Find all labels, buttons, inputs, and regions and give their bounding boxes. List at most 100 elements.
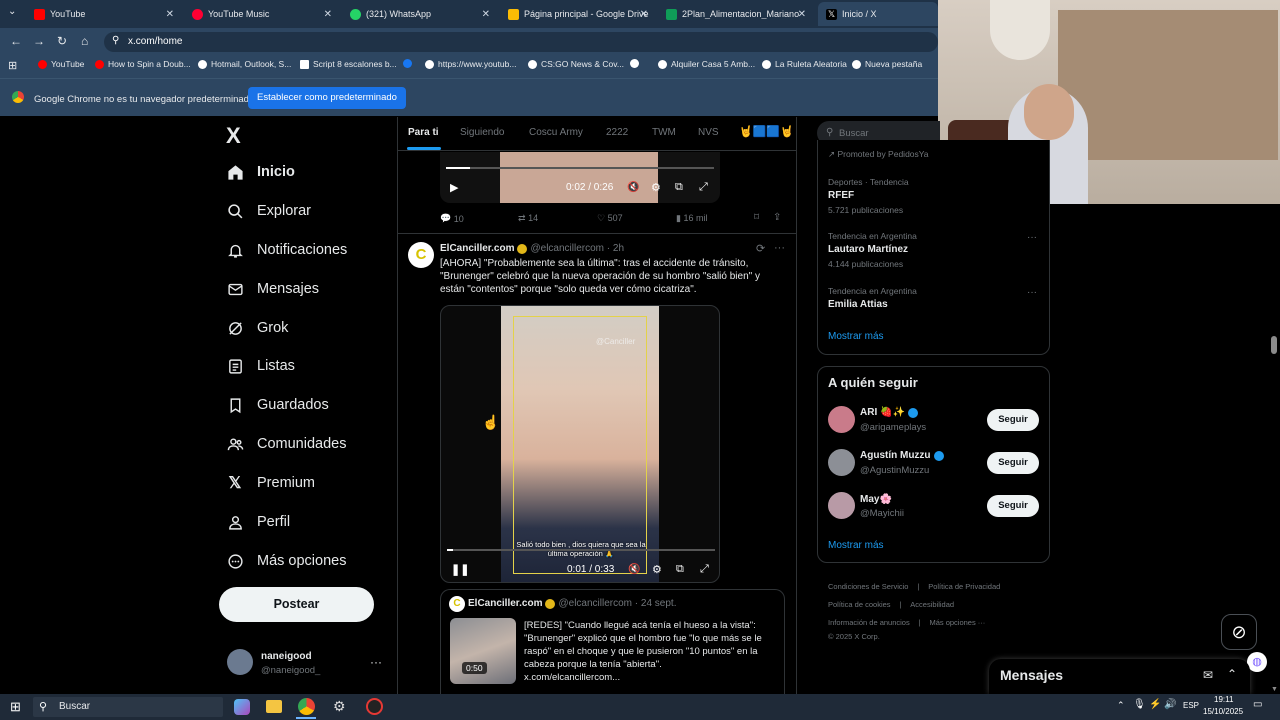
set-default-button[interactable]: Establecer como predeterminado xyxy=(248,87,406,109)
site-info-icon[interactable]: ⚲ xyxy=(112,35,119,46)
footer-link[interactable]: Política de Privacidad xyxy=(928,582,1000,591)
tab-youtube-music[interactable]: YouTube Music ✕ xyxy=(184,2,340,26)
language-indicator[interactable]: ESP xyxy=(1183,701,1199,710)
account-menu-icon[interactable]: ··· xyxy=(370,655,382,669)
quoted-link[interactable]: x.com/elcancillercom... xyxy=(524,671,780,684)
tab-emoji-list[interactable]: 🤘🟦🟦🤘 xyxy=(739,125,794,138)
forward-icon[interactable]: → xyxy=(33,34,45,48)
quoted-post[interactable]: C ElCanciller.com @elcancillercom · 24 s… xyxy=(440,589,785,694)
bookmark-item[interactable] xyxy=(630,59,643,68)
tab-youtube[interactable]: YouTube ✕ xyxy=(26,2,182,26)
trend-more-icon[interactable]: ··· xyxy=(1027,287,1037,298)
close-tab-icon[interactable]: ✕ xyxy=(640,9,648,20)
bookmark-item[interactable]: YouTube xyxy=(38,59,84,69)
video-progress-track[interactable] xyxy=(447,549,715,551)
app-taskbar-icon[interactable] xyxy=(366,698,383,715)
follow-button[interactable]: Seguir xyxy=(987,452,1039,474)
pip-icon[interactable]: ⧉ xyxy=(676,563,684,576)
settings-icon[interactable]: ⚙ xyxy=(651,181,661,194)
footer-link[interactable]: Condiciones de Servicio xyxy=(828,582,908,591)
fullscreen-icon[interactable]: ⤢ xyxy=(699,181,708,194)
bookmark-item[interactable]: La Ruleta Aleatoria xyxy=(762,59,847,69)
follow-button[interactable]: Seguir xyxy=(987,409,1039,431)
settings-taskbar-icon[interactable]: ⚙ xyxy=(333,698,346,715)
bookmark-item[interactable]: How to Spin a Doub... xyxy=(95,59,191,69)
nav-explorar[interactable]: Explorar xyxy=(226,202,311,220)
tab-para-ti[interactable]: Para ti xyxy=(408,127,439,138)
tab-twm[interactable]: TWM xyxy=(652,127,676,138)
bookmark-item[interactable]: Nueva pestaña xyxy=(852,59,922,69)
footer-link[interactable]: Accesibilidad xyxy=(910,600,954,609)
tab-search-icon[interactable]: ⌄ xyxy=(8,6,16,17)
play-icon[interactable]: ▶ xyxy=(450,181,458,194)
mute-icon[interactable]: 🔇 xyxy=(627,182,639,193)
bookmark-item[interactable]: Script 8 escalones b... xyxy=(300,59,397,69)
nav-inicio[interactable]: Inicio xyxy=(226,163,295,181)
follow-name[interactable]: Agustín Muzzu xyxy=(860,450,944,461)
author-name[interactable]: ElCanciller.com xyxy=(440,243,514,254)
clock-time[interactable]: 19:11 xyxy=(1214,695,1233,704)
tab-coscu-army[interactable]: Coscu Army xyxy=(529,127,583,138)
clock-date[interactable]: 15/10/2025 xyxy=(1203,707,1243,716)
avatar[interactable] xyxy=(828,449,855,476)
nav-mas-opciones[interactable]: Más opciones xyxy=(226,552,346,570)
avatar[interactable] xyxy=(828,406,855,433)
close-tab-icon[interactable]: ✕ xyxy=(482,9,490,20)
tab-siguiendo[interactable]: Siguiendo xyxy=(460,127,504,138)
nav-premium[interactable]: 𝕏 Premium xyxy=(226,474,315,492)
tab-x-home[interactable]: 𝕏 Inicio / X xyxy=(818,2,938,26)
bookmark-item[interactable]: Hotmail, Outlook, S... xyxy=(198,59,291,69)
tray-overflow-icon[interactable]: ⌃ xyxy=(1117,700,1125,711)
share-icon[interactable]: ⇪ xyxy=(773,212,781,223)
nav-listas[interactable]: Listas xyxy=(226,357,295,375)
mute-icon[interactable]: 🔇 xyxy=(628,564,640,575)
views-action[interactable]: ▮ 16 mil xyxy=(676,213,707,224)
nav-grok[interactable]: Grok xyxy=(226,319,288,337)
repost-action[interactable]: ⇄ 14 xyxy=(518,213,538,224)
post-time[interactable]: 2h xyxy=(613,243,624,254)
fullscreen-icon[interactable]: ⤢ xyxy=(700,563,709,576)
file-explorer-icon[interactable] xyxy=(266,700,282,713)
taskbar-search-box[interactable]: ⚲ Buscar xyxy=(33,697,223,717)
messages-drawer[interactable]: Mensajes ✉ ⌃ xyxy=(989,659,1250,694)
bookmark-item[interactable]: Alquiler Casa 5 Amb... xyxy=(658,59,755,69)
author-avatar[interactable]: C xyxy=(408,242,434,268)
bookmark-item[interactable]: CS:GO News & Cov... xyxy=(528,59,624,69)
account-avatar[interactable] xyxy=(227,649,253,675)
x-logo[interactable]: X xyxy=(226,123,241,149)
settings-icon[interactable]: ⚙ xyxy=(652,563,662,576)
like-action[interactable]: ♡ 507 xyxy=(597,213,623,224)
tab-whatsapp[interactable]: (321) WhatsApp ✕ xyxy=(342,2,498,26)
network-icon[interactable]: ⚡ xyxy=(1149,699,1161,710)
nav-perfil[interactable]: Perfil xyxy=(226,513,290,531)
video-progress-track[interactable] xyxy=(446,167,714,169)
volume-icon[interactable]: 🔊 xyxy=(1164,699,1176,710)
video-player[interactable]: @Canciller Salió todo bien , dios quiera… xyxy=(440,305,720,583)
post-button[interactable]: Postear xyxy=(219,587,374,622)
trend-item[interactable]: Tendencia en Argentina Lautaro Martínez … xyxy=(828,231,917,269)
footer-link[interactable]: Más opciones ··· xyxy=(929,618,985,627)
show-more-trends[interactable]: Mostrar más xyxy=(828,331,884,342)
extension-floating-icon[interactable]: ◍ xyxy=(1247,652,1267,672)
expand-icon[interactable]: ⌃ xyxy=(1227,667,1237,681)
nav-guardados[interactable]: Guardados xyxy=(226,396,329,414)
avatar[interactable] xyxy=(828,492,855,519)
bookmark-item-facebook[interactable] xyxy=(403,59,416,68)
pause-icon[interactable]: ❚❚ xyxy=(451,563,469,576)
scroll-down-icon[interactable]: ▼ xyxy=(1271,686,1278,693)
close-tab-icon[interactable]: ✕ xyxy=(324,9,332,20)
nav-mensajes[interactable]: Mensajes xyxy=(226,280,319,298)
close-tab-icon[interactable]: ✕ xyxy=(166,9,174,20)
grok-post-icon[interactable]: ⟳ xyxy=(756,242,765,255)
tab-sheets[interactable]: 2Plan_Alimentacion_Mariano S ✕ xyxy=(658,2,814,26)
trend-item[interactable]: Deportes · Tendencia RFEF 5.721 publicac… xyxy=(828,177,909,215)
home-browser-icon[interactable]: ⌂ xyxy=(81,34,88,48)
apps-icon[interactable]: ⊞ xyxy=(8,59,17,72)
close-tab-icon[interactable]: ✕ xyxy=(798,9,806,20)
follow-name[interactable]: May🌸 xyxy=(860,494,892,505)
back-icon[interactable]: ← xyxy=(10,34,22,48)
follow-button[interactable]: Seguir xyxy=(987,495,1039,517)
windows-start-icon[interactable]: ⊞ xyxy=(10,699,21,715)
url-input[interactable]: ⚲ x.com/home xyxy=(104,32,938,52)
follow-name[interactable]: ARI 🍓✨ xyxy=(860,407,918,418)
